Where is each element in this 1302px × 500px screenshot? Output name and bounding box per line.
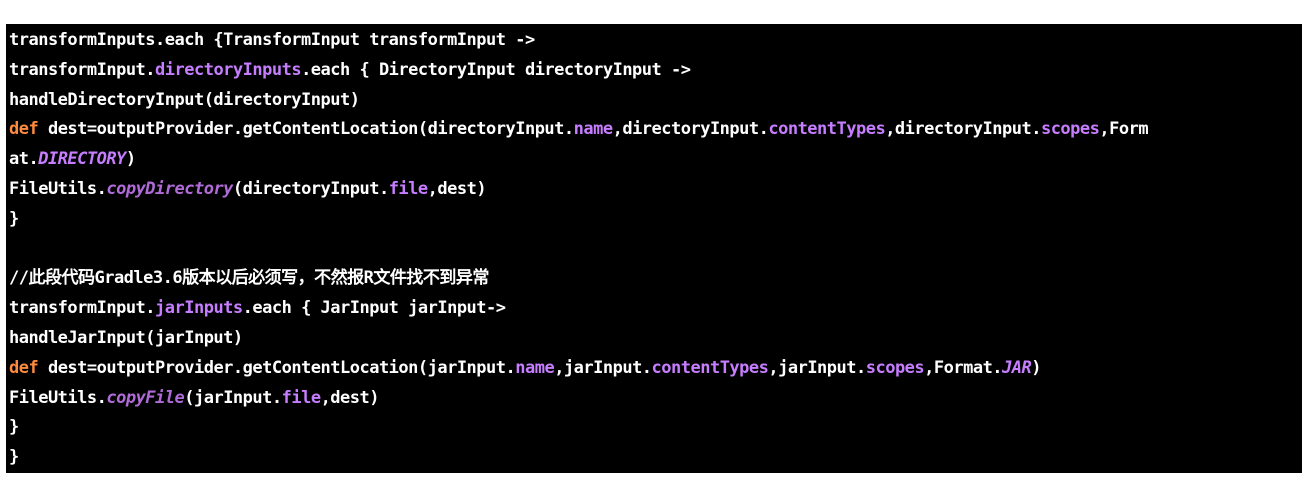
code-token: file: [388, 178, 428, 199]
code-comment: //此段代码Gradle3.6版本以后必须写，不然报R文件找不到异常: [9, 268, 489, 289]
code-line: FileUtils.copyFile(jarInput.file,dest): [9, 384, 1148, 414]
code-token: ,jarInput.: [768, 357, 866, 378]
code-token: }: [9, 447, 19, 468]
code-token: transformInput.: [9, 59, 156, 80]
code-token: ,dest): [427, 178, 487, 199]
code-line: FileUtils.copyDirectory(directoryInput.f…: [9, 175, 1148, 205]
code-token: transformInput.: [9, 298, 156, 319]
code-token: file: [281, 387, 321, 408]
code-line: def dest=outputProvider.getContentLocati…: [9, 354, 1148, 384]
code-listing: transformInputs.each {TransformInput tra…: [9, 26, 1149, 473]
code-line: }: [9, 443, 1148, 473]
code-keyword: def: [9, 119, 39, 140]
code-token: ,directoryInput.: [612, 119, 769, 140]
code-line: handleDirectoryInput(directoryInput): [9, 86, 1148, 116]
code-line: handleJarInput(jarInput): [9, 324, 1148, 354]
code-token: name: [573, 119, 613, 140]
code-token: ): [125, 149, 136, 170]
code-token: transformInputs.each {TransformInput tra…: [9, 30, 535, 50]
code-token: JAR: [1002, 357, 1032, 378]
code-token: name: [515, 357, 555, 378]
code-token: FileUtils.: [9, 387, 107, 408]
code-token: .each { DirectoryInput directoryInput ->: [301, 59, 691, 80]
code-keyword: def: [9, 357, 39, 378]
code-token: ,directoryInput.: [885, 119, 1041, 140]
code-token: ,Format.: [924, 357, 1003, 378]
code-token: contentTypes: [768, 119, 886, 140]
code-token: ,dest): [320, 387, 380, 408]
code-token: scopes: [1040, 119, 1100, 140]
code-token: scopes: [865, 357, 925, 378]
code-token: DIRECTORY: [38, 149, 126, 170]
code-token: (jarInput.: [184, 387, 282, 408]
code-token: }: [9, 208, 19, 229]
code-token: dest=outputProvider.getContentLocation(j…: [38, 357, 516, 378]
code-line: def dest=outputProvider.getContentLocati…: [9, 115, 1149, 145]
code-token: (directoryInput.: [232, 178, 389, 199]
code-token: handleJarInput(jarInput): [9, 327, 243, 348]
code-line: transformInput.jarInputs.each { JarInput…: [9, 294, 1148, 324]
code-block: transformInputs.each {TransformInput tra…: [6, 24, 1302, 473]
code-token: jarInputs: [155, 298, 243, 319]
code-line: //此段代码Gradle3.6版本以后必须写，不然报R文件找不到异常: [9, 264, 1148, 294]
code-line: }: [9, 205, 1148, 235]
code-token: copyFile: [106, 387, 185, 408]
code-token: contentTypes: [651, 357, 769, 378]
code-token: copyDirectory: [106, 178, 233, 199]
code-token: ,jarInput.: [554, 357, 652, 378]
code-line: transformInputs.each {TransformInput tra…: [9, 26, 1148, 56]
code-token: ): [1031, 357, 1042, 378]
code-line: }: [9, 413, 1148, 443]
code-token: directoryInputs: [155, 59, 302, 80]
code-token: at.: [9, 149, 39, 170]
code-token: ,Form: [1099, 119, 1149, 140]
code-token: }: [9, 417, 19, 438]
code-token: handleDirectoryInput(directoryInput): [9, 89, 360, 110]
code-token: FileUtils.: [9, 178, 107, 199]
code-line: at.DIRECTORY): [9, 145, 1148, 175]
code-token: dest=outputProvider.getContentLocation(d…: [38, 119, 574, 140]
code-line: transformInput.directoryInputs.each { Di…: [9, 56, 1148, 86]
code-token: .each { JarInput jarInput->: [242, 298, 506, 319]
